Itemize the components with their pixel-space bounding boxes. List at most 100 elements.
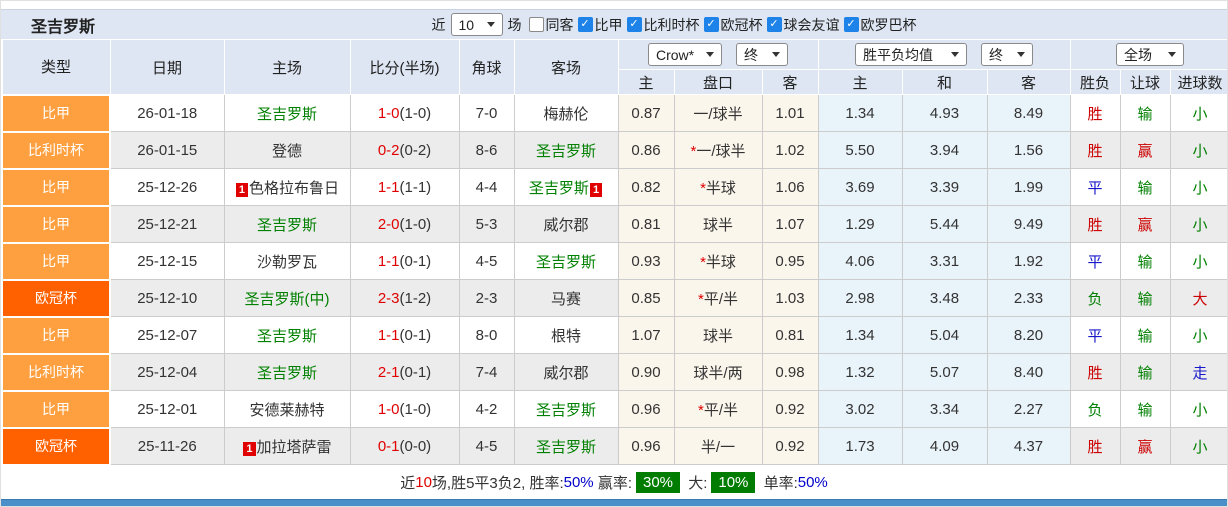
avg-draw-odds: 3.48: [901, 279, 988, 317]
filter-label: 欧罗巴杯: [860, 16, 917, 33]
top-strip: [1, 1, 1227, 9]
result-handicap: 输: [1119, 316, 1171, 354]
chevron-down-icon: [706, 52, 714, 57]
filter-item: ✓ 比甲: [577, 15, 623, 35]
filter-label: 球会友谊: [783, 16, 840, 33]
bookmaker-state-select[interactable]: 终: [736, 43, 788, 66]
chevron-down-icon: [772, 52, 780, 57]
score: 1-1(1-1): [349, 168, 460, 206]
odds-away: 0.95: [761, 242, 819, 280]
home-team[interactable]: 安德莱赫特: [223, 390, 351, 428]
away-team[interactable]: 圣吉罗斯: [513, 427, 619, 465]
handicap: *一/球半: [673, 131, 763, 169]
away-team[interactable]: 圣吉罗斯: [513, 242, 619, 280]
home-team[interactable]: 圣吉罗斯: [223, 353, 351, 391]
away-team[interactable]: 梅赫伦: [513, 94, 619, 132]
result-goals: 小: [1169, 131, 1227, 169]
col-header-corner: 角球: [458, 39, 515, 95]
team-name: 威尔郡: [543, 216, 589, 234]
away-team[interactable]: 马赛: [513, 279, 619, 317]
filter-label: 同客: [545, 16, 574, 33]
filter-label: 比甲: [594, 16, 623, 33]
corner-score: 4-2: [458, 390, 515, 428]
home-team[interactable]: 1 色格拉布鲁日: [223, 168, 351, 206]
topbar: 圣吉罗斯 近 10 场 同客 ✓ 比甲 ✓ 比利时杯 ✓ 欧冠杯 ✓ 球会友谊 ✓ 欧罗巴杯: [1, 9, 1227, 39]
match-date: 25-12-26: [109, 168, 225, 206]
home-team[interactable]: 沙勒罗瓦: [223, 242, 351, 280]
checked-checkbox[interactable]: ✓: [626, 17, 642, 32]
home-team[interactable]: 1 加拉塔萨雷: [223, 427, 351, 465]
odds-away: 0.98: [761, 353, 819, 391]
avg-select[interactable]: 胜平负均值: [855, 43, 968, 66]
league-badge: 欧冠杯: [1, 426, 111, 466]
odds-away: 0.92: [761, 427, 819, 465]
result-handicap: 输: [1119, 168, 1171, 206]
away-team[interactable]: 根特: [513, 316, 619, 354]
single-rate-label: 单率:: [759, 474, 798, 492]
result-wdl: 平: [1069, 316, 1121, 354]
score: 1-1(0-1): [349, 242, 460, 280]
home-team[interactable]: 登德: [223, 131, 351, 169]
team-name: 沙勒罗瓦: [256, 253, 317, 271]
league-badge: 比利时杯: [1, 352, 111, 392]
corner-score: 4-5: [458, 427, 515, 465]
result-wdl: 胜: [1069, 353, 1121, 391]
home-team[interactable]: 圣吉罗斯: [223, 205, 351, 243]
away-team[interactable]: 圣吉罗斯 1: [513, 168, 619, 206]
table-row: 比甲 26-01-18 圣吉罗斯 1-0(1-0) 7-0 梅赫伦 0.87 一…: [1, 93, 1227, 133]
unchecked-checkbox[interactable]: [528, 17, 544, 32]
handicap: 球半: [673, 205, 763, 243]
page-title: 圣吉罗斯: [31, 18, 96, 36]
matches-count-select[interactable]: 10: [450, 13, 503, 36]
checked-checkbox[interactable]: ✓: [703, 17, 719, 32]
chevron-down-icon: [486, 22, 495, 27]
match-date: 25-12-04: [109, 353, 225, 391]
team-name: 圣吉罗斯: [535, 142, 596, 160]
result-handicap: 输: [1119, 390, 1171, 428]
odds-away: 1.02: [761, 131, 819, 169]
checked-checkbox[interactable]: ✓: [843, 17, 859, 32]
odds-home: 0.93: [617, 242, 675, 280]
home-team[interactable]: 圣吉罗斯: [223, 316, 351, 354]
chevron-down-icon: [1168, 52, 1177, 57]
scope-select[interactable]: 全场: [1116, 43, 1185, 66]
result-wdl: 平: [1069, 242, 1121, 280]
section-divider-bar: [1, 498, 1227, 506]
avg-home-odds: 3.69: [817, 168, 903, 206]
away-team[interactable]: 威尔郡: [513, 353, 619, 391]
col-header-goals: 进球数: [1169, 69, 1227, 95]
score: 2-3(1-2): [349, 279, 460, 317]
result-goals: 小: [1169, 94, 1227, 132]
away-team[interactable]: 威尔郡: [513, 205, 619, 243]
avg-state-select[interactable]: 终: [981, 43, 1034, 66]
home-team[interactable]: 圣吉罗斯: [223, 94, 351, 132]
team-name: 圣吉罗斯: [256, 216, 317, 234]
bookmaker-select[interactable]: Crow*: [648, 43, 722, 66]
col-header-handicap: 盘口: [673, 69, 763, 95]
filter-item: 同客: [528, 15, 574, 35]
result-handicap: 输: [1119, 242, 1171, 280]
home-team[interactable]: 圣吉罗斯(中): [223, 279, 351, 317]
league-badge: 比利时杯: [1, 130, 111, 170]
result-goals: 小: [1169, 316, 1227, 354]
score: 1-1(0-1): [349, 316, 460, 354]
filter-label: 欧冠杯: [720, 16, 763, 33]
match-date: 25-12-07: [109, 316, 225, 354]
filter-item: ✓ 欧冠杯: [703, 15, 763, 35]
table-row: 比利时杯 25-12-04 圣吉罗斯 2-1(0-1) 7-4 威尔郡 0.90…: [1, 352, 1227, 392]
checked-checkbox[interactable]: ✓: [577, 17, 593, 32]
corner-score: 7-0: [458, 94, 515, 132]
corner-score: 7-4: [458, 353, 515, 391]
checked-checkbox[interactable]: ✓: [766, 17, 782, 32]
match-date: 25-12-15: [109, 242, 225, 280]
league-badge: 比甲: [1, 167, 111, 207]
big-rate-box: 10%: [711, 471, 756, 493]
single-rate-value: 50%: [797, 473, 828, 491]
avg-draw-odds: 3.34: [901, 390, 988, 428]
red-card-badge: 1: [243, 441, 256, 456]
away-team[interactable]: 圣吉罗斯: [513, 390, 619, 428]
away-team[interactable]: 圣吉罗斯: [513, 131, 619, 169]
result-handicap: 赢: [1119, 131, 1171, 169]
table-row: 欧冠杯 25-12-10 圣吉罗斯(中) 2-3(1-2) 2-3 马赛 0.8…: [1, 278, 1227, 318]
win-rate-box: 30%: [636, 471, 681, 493]
